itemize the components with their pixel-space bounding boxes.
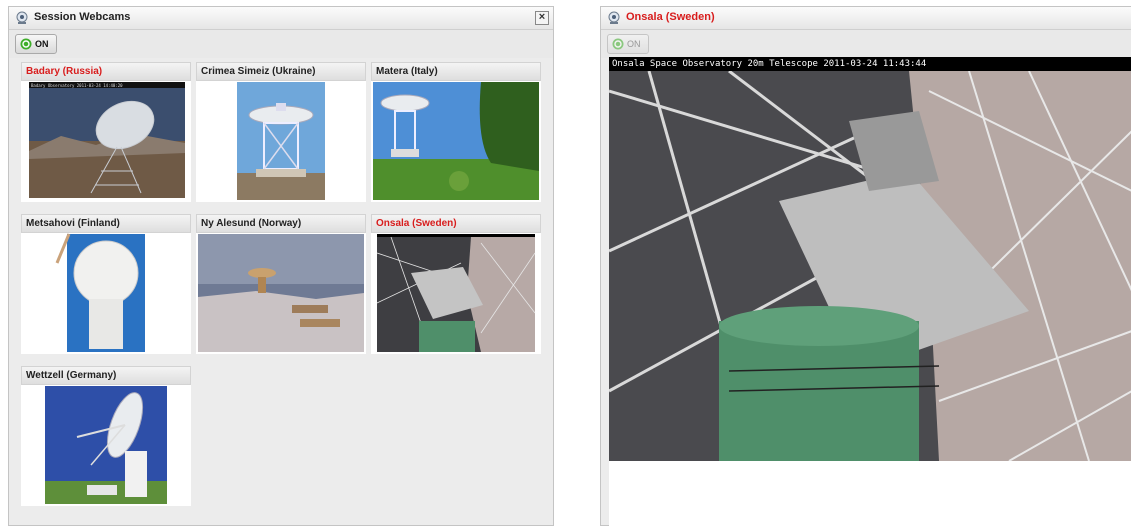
panel-toolbar: ON bbox=[9, 30, 553, 58]
panel-titlebar: Session Webcams × bbox=[9, 7, 553, 30]
panel-title: Onsala (Sweden) bbox=[626, 11, 715, 23]
panel-toolbar: ON bbox=[601, 30, 1131, 58]
camera-thumbnail[interactable] bbox=[196, 81, 366, 202]
webcam-overlay-text: Onsala Space Observatory 20m Telescope 2… bbox=[609, 57, 1131, 71]
webcam-image-footer bbox=[609, 461, 1131, 527]
webcam-icon bbox=[608, 11, 620, 24]
panel-titlebar: Onsala (Sweden) bbox=[601, 7, 1131, 30]
on-toggle-button[interactable]: ON bbox=[607, 34, 649, 54]
close-button[interactable]: × bbox=[535, 11, 549, 25]
camera-tile-matera[interactable]: Matera (Italy) bbox=[371, 62, 541, 202]
camera-thumbnail[interactable]: Badary Observatory 2011-03-24 14:40:20 bbox=[21, 81, 191, 202]
camera-thumbnail[interactable] bbox=[371, 81, 541, 202]
camera-overlay-text: Badary Observatory 2011-03-24 14:40:20 bbox=[31, 83, 123, 88]
session-webcams-panel: Session Webcams × ON Badary (Russia) Bad… bbox=[8, 6, 554, 526]
camera-tile-metsahovi[interactable]: Metsahovi (Finland) bbox=[21, 214, 191, 354]
camera-tile-onsala[interactable]: Onsala (Sweden) bbox=[371, 214, 541, 354]
webcam-icon bbox=[16, 11, 28, 24]
power-icon bbox=[20, 38, 32, 50]
webcam-large-image[interactable] bbox=[609, 71, 1131, 461]
panel-title: Session Webcams bbox=[34, 11, 131, 23]
on-button-label: ON bbox=[35, 39, 49, 49]
camera-thumbnail[interactable] bbox=[196, 233, 366, 354]
camera-tile-badary[interactable]: Badary (Russia) Badary Observatory 2011-… bbox=[21, 62, 191, 202]
camera-tile-crimea[interactable]: Crimea Simeiz (Ukraine) bbox=[196, 62, 366, 202]
onsala-webcam-panel: Onsala (Sweden) ON Onsala Space Observat… bbox=[600, 6, 1131, 527]
camera-title: Badary (Russia) bbox=[21, 62, 191, 81]
camera-thumbnail[interactable] bbox=[21, 385, 191, 506]
on-button-label: ON bbox=[627, 39, 641, 49]
camera-tile-wettzell[interactable]: Wettzell (Germany) bbox=[21, 366, 191, 506]
camera-title: Onsala (Sweden) bbox=[371, 214, 541, 233]
camera-title: Ny Alesund (Norway) bbox=[196, 214, 366, 233]
camera-title: Crimea Simeiz (Ukraine) bbox=[196, 62, 366, 81]
camera-thumbnail[interactable] bbox=[371, 233, 541, 354]
power-icon bbox=[612, 38, 624, 50]
close-icon: × bbox=[538, 11, 546, 23]
camera-title: Metsahovi (Finland) bbox=[21, 214, 191, 233]
camera-tile-ny-alesund[interactable]: Ny Alesund (Norway) bbox=[196, 214, 366, 354]
camera-title: Wettzell (Germany) bbox=[21, 366, 191, 385]
camera-title: Matera (Italy) bbox=[371, 62, 541, 81]
on-toggle-button[interactable]: ON bbox=[15, 34, 57, 54]
camera-thumbnail[interactable] bbox=[21, 233, 191, 354]
